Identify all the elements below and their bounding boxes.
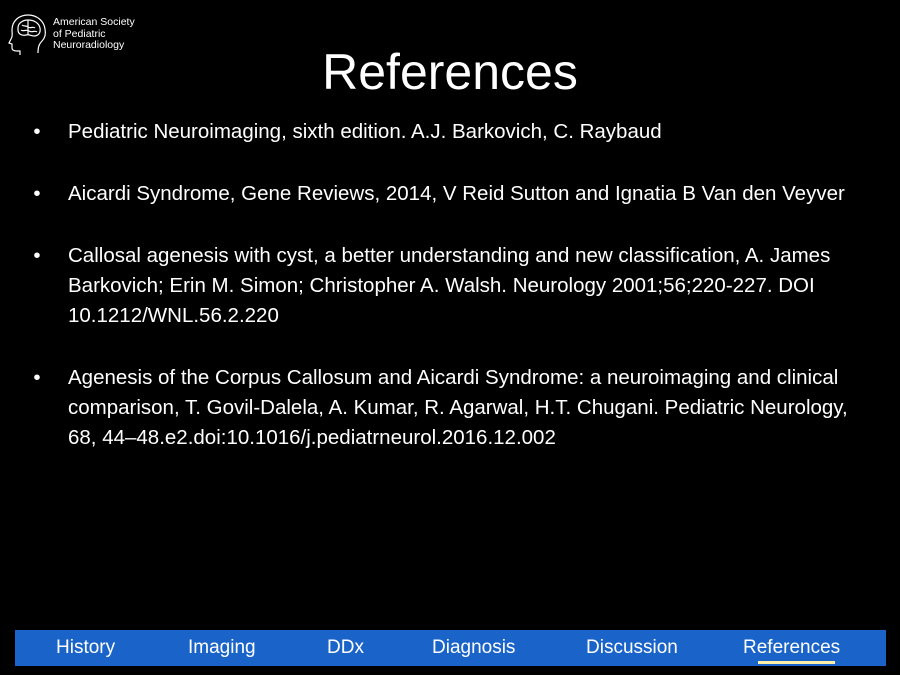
reference-item: • Agenesis of the Corpus Callosum and Ai… [30, 363, 860, 453]
bullet-icon: • [33, 182, 41, 205]
active-tab-indicator [758, 661, 835, 664]
nav-references[interactable]: References [743, 637, 840, 659]
reference-item: • Pediatric Neuroimaging, sixth edition.… [30, 117, 860, 147]
bullet-icon: • [33, 120, 41, 143]
reference-text: Agenesis of the Corpus Callosum and Aica… [68, 366, 848, 449]
logo-line-1: American Society [53, 16, 135, 28]
section-nav-bar: History Imaging DDx Diagnosis Discussion… [15, 630, 886, 666]
reference-item: • Callosal agenesis with cyst, a better … [30, 241, 860, 331]
nav-history[interactable]: History [56, 637, 115, 659]
nav-diagnosis[interactable]: Diagnosis [432, 637, 515, 659]
nav-ddx[interactable]: DDx [327, 637, 364, 659]
nav-imaging[interactable]: Imaging [188, 637, 256, 659]
reference-text: Pediatric Neuroimaging, sixth edition. A… [68, 120, 662, 143]
bullet-icon: • [33, 244, 41, 267]
page-title: References [322, 44, 578, 100]
references-list: • Pediatric Neuroimaging, sixth edition.… [30, 117, 860, 453]
reference-text: Aicardi Syndrome, Gene Reviews, 2014, V … [68, 182, 845, 205]
reference-text: Callosal agenesis with cyst, a better un… [68, 244, 831, 327]
reference-item: • Aicardi Syndrome, Gene Reviews, 2014, … [30, 179, 860, 209]
nav-discussion[interactable]: Discussion [586, 637, 678, 659]
bullet-icon: • [33, 366, 41, 389]
